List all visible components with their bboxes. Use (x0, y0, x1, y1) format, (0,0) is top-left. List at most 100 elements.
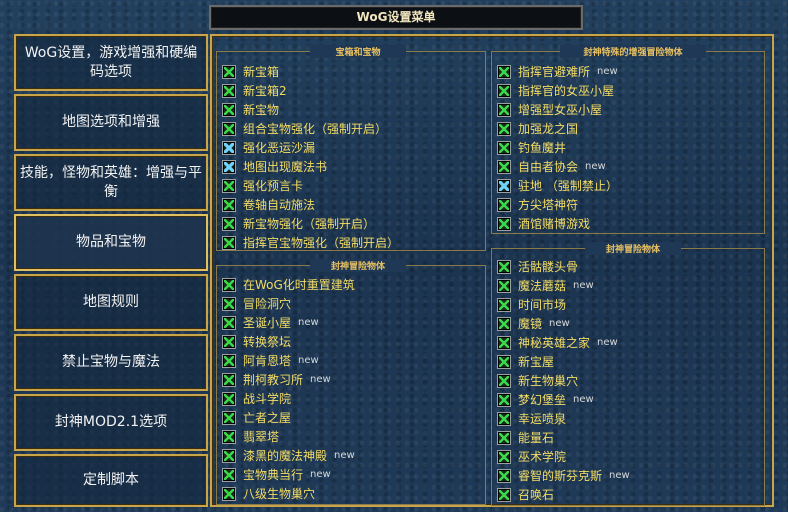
option-row[interactable]: 增强型女巫小屋 (497, 100, 602, 119)
checkbox-green-check-icon[interactable] (222, 83, 236, 98)
checkbox-green-check-icon[interactable] (222, 486, 236, 501)
checkbox-green-check-icon[interactable] (222, 429, 236, 444)
option-row[interactable]: 新宝箱2 (222, 81, 287, 100)
menu-skills-monsters-heroes[interactable]: 技能，怪物和英雄：增强与平衡 (14, 154, 208, 211)
option-row[interactable]: 强化预言卡 (222, 176, 303, 195)
option-row[interactable]: 漆黑的魔法神殿 new (222, 446, 355, 465)
option-label: 地图出现魔法书 (243, 160, 328, 174)
checkbox-green-check-icon[interactable] (497, 159, 511, 174)
option-row[interactable]: 在WoG化时重置建筑 (222, 275, 355, 294)
option-row[interactable]: 荆柯教习所 new (222, 370, 331, 389)
option-row[interactable]: 指挥官的女巫小屋 (497, 81, 614, 100)
checkbox-green-check-icon[interactable] (497, 64, 511, 79)
option-label: 时间市场 (518, 298, 567, 312)
checkbox-green-check-icon[interactable] (222, 178, 236, 193)
option-row[interactable]: 幸运喷泉 (497, 409, 566, 428)
option-row[interactable]: 指挥官宝物强化（强制开启） (222, 233, 399, 252)
checkbox-green-check-icon[interactable] (497, 335, 511, 350)
option-row[interactable]: 新宝物 (222, 100, 279, 119)
option-row[interactable]: 新宝物强化（强制开启） (222, 214, 375, 233)
checkbox-green-check-icon[interactable] (497, 278, 511, 293)
option-row[interactable]: 冒险洞穴 (222, 294, 291, 313)
checkbox-green-check-icon[interactable] (222, 391, 236, 406)
checkbox-green-check-icon[interactable] (497, 373, 511, 388)
option-row[interactable]: 魔镜 new (497, 314, 570, 333)
checkbox-green-check-icon[interactable] (222, 467, 236, 482)
checkbox-blue-check-icon[interactable] (222, 140, 236, 155)
checkbox-green-check-icon[interactable] (222, 296, 236, 311)
menu-ban-artifacts-spells[interactable]: 禁止宝物与魔法 (14, 334, 208, 391)
option-row[interactable]: 加强龙之国 (497, 119, 578, 138)
checkbox-green-check-icon[interactable] (497, 430, 511, 445)
option-row[interactable]: 魔法蘑菇 new (497, 276, 594, 295)
option-row[interactable]: 钓鱼魔井 (497, 138, 566, 157)
checkbox-green-check-icon[interactable] (222, 64, 236, 79)
option-row[interactable]: 阿肯恩塔 new (222, 351, 319, 370)
checkbox-green-check-icon[interactable] (222, 277, 236, 292)
menu-fengshen-options[interactable]: 封神MOD2.1选项 (14, 394, 208, 451)
checkbox-green-check-icon[interactable] (497, 316, 511, 331)
option-row[interactable]: 指挥官避难所 new (497, 62, 618, 81)
option-row[interactable]: 自由者协会 new (497, 157, 606, 176)
option-row[interactable]: 组合宝物强化（强制开启） (222, 119, 387, 138)
menu-custom-scripts[interactable]: 定制脚本 (14, 454, 208, 507)
checkbox-green-check-icon[interactable] (497, 102, 511, 117)
option-row[interactable]: 转换祭坛 (222, 332, 291, 351)
option-row[interactable]: 地图出现魔法书 (222, 157, 327, 176)
option-row[interactable]: 时间市场 (497, 295, 566, 314)
option-row[interactable]: 强化恶运沙漏 (222, 138, 315, 157)
checkbox-blue-check-icon[interactable] (222, 159, 236, 174)
option-row[interactable]: 圣诞小屋 new (222, 313, 319, 332)
checkbox-green-check-icon[interactable] (497, 121, 511, 136)
checkbox-green-check-icon[interactable] (222, 410, 236, 425)
option-row[interactable]: 驻地 （强制禁止） (497, 176, 618, 195)
checkbox-blue-check-icon[interactable] (497, 178, 511, 193)
option-row[interactable]: 召唤石 (497, 485, 554, 504)
checkbox-green-check-icon[interactable] (222, 372, 236, 387)
option-row[interactable]: 亡者之屋 (222, 408, 291, 427)
checkbox-green-check-icon[interactable] (497, 354, 511, 369)
option-row[interactable]: 新宝屋 (497, 352, 554, 371)
menu-map-options[interactable]: 地图选项和增强 (14, 94, 208, 151)
option-row[interactable]: 梦幻堡垒 new (497, 390, 594, 409)
checkbox-green-check-icon[interactable] (222, 235, 236, 250)
option-row[interactable]: 方尖塔神符 (497, 195, 578, 214)
checkbox-green-check-icon[interactable] (497, 216, 511, 231)
option-row[interactable]: 翡翠塔 (222, 427, 279, 446)
checkbox-green-check-icon[interactable] (222, 102, 236, 117)
checkbox-green-check-icon[interactable] (497, 487, 511, 502)
option-row[interactable]: 新宝箱 (222, 62, 279, 81)
option-row[interactable]: 能量石 (497, 428, 554, 447)
option-row[interactable]: 新生物巢穴 (497, 371, 578, 390)
checkbox-green-check-icon[interactable] (222, 315, 236, 330)
checkbox-green-check-icon[interactable] (222, 197, 236, 212)
checkbox-green-check-icon[interactable] (497, 197, 511, 212)
option-row[interactable]: 宝物典当行 new (222, 465, 331, 484)
checkbox-green-check-icon[interactable] (497, 83, 511, 98)
checkbox-green-check-icon[interactable] (497, 259, 511, 274)
checkbox-green-check-icon[interactable] (222, 334, 236, 349)
checkbox-green-check-icon[interactable] (222, 121, 236, 136)
checkbox-green-check-icon[interactable] (222, 448, 236, 463)
checkbox-green-check-icon[interactable] (222, 353, 236, 368)
checkbox-green-check-icon[interactable] (497, 140, 511, 155)
option-row[interactable]: 卷轴自动施法 (222, 195, 315, 214)
option-row[interactable]: 八级生物巢穴 (222, 484, 315, 503)
new-badge: new (573, 280, 594, 291)
menu-wog-settings[interactable]: WoG设置，游戏增强和硬编码选项 (14, 34, 208, 91)
checkbox-green-check-icon[interactable] (222, 216, 236, 231)
option-row[interactable]: 活骷髅头骨 (497, 257, 578, 276)
new-badge: new (573, 394, 594, 405)
checkbox-green-check-icon[interactable] (497, 449, 511, 464)
option-row[interactable]: 巫术学院 (497, 447, 566, 466)
option-row[interactable]: 神秘英雄之家 new (497, 333, 618, 352)
checkbox-green-check-icon[interactable] (497, 468, 511, 483)
menu-items-artifacts[interactable]: 物品和宝物 (14, 214, 208, 271)
checkbox-green-check-icon[interactable] (497, 411, 511, 426)
option-row[interactable]: 战斗学院 (222, 389, 291, 408)
checkbox-green-check-icon[interactable] (497, 392, 511, 407)
checkbox-green-check-icon[interactable] (497, 297, 511, 312)
option-row[interactable]: 睿智的斯芬克斯 new (497, 466, 630, 485)
menu-map-rules[interactable]: 地图规则 (14, 274, 208, 331)
option-row[interactable]: 酒馆赌博游戏 (497, 214, 590, 233)
